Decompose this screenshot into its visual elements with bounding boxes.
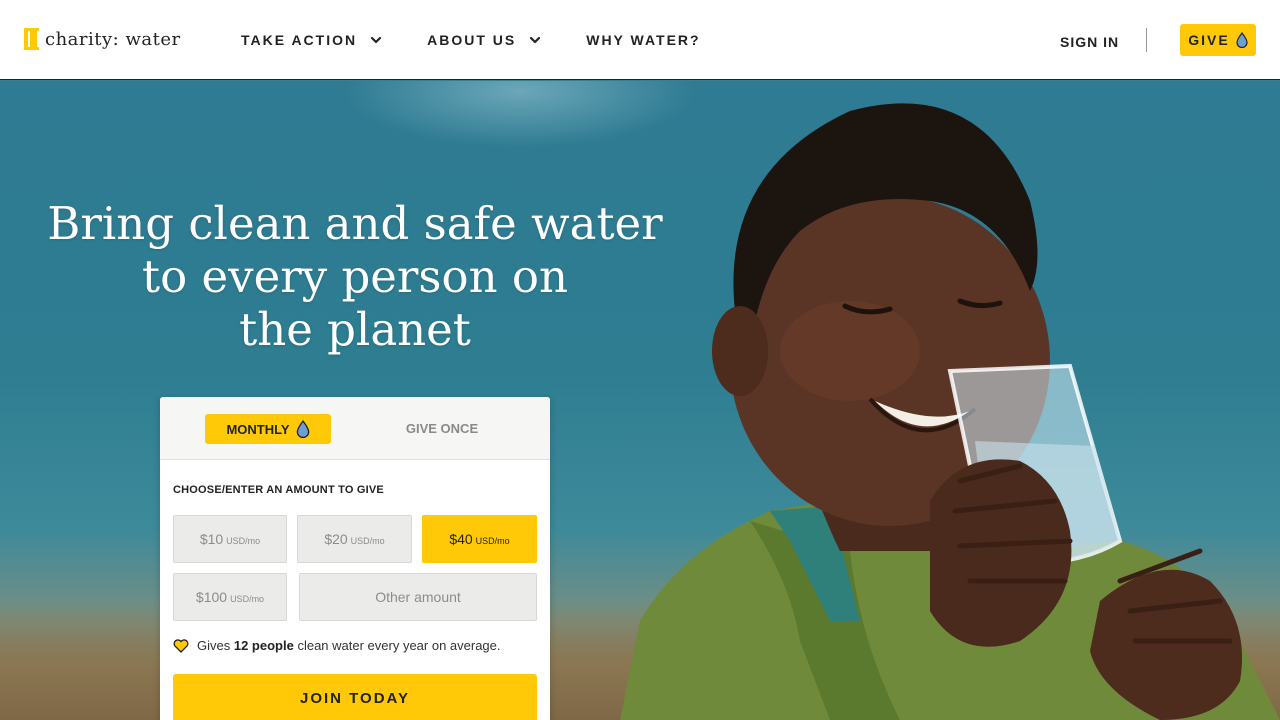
sign-in-link[interactable]: SIGN IN	[1060, 34, 1119, 50]
give-button-label: GIVE	[1188, 32, 1230, 48]
amount-value: $40	[449, 531, 473, 547]
hero-title: Bring clean and safe water to every pers…	[40, 197, 670, 356]
header-divider	[1146, 28, 1147, 52]
amount-unit: USD/mo	[350, 535, 385, 546]
water-drop-icon	[1236, 32, 1248, 48]
nav-take-action[interactable]: TAKE ACTION	[241, 32, 383, 48]
amount-value: $100	[195, 589, 228, 605]
hero-photo-boy-drinking-water	[620, 103, 1280, 720]
logo-text: charity: water	[45, 28, 181, 50]
amount-unit: USD/mo	[230, 593, 265, 604]
donation-card: MONTHLY GIVE ONCE CHOOSE/ENTER AN AMOUNT…	[160, 397, 550, 720]
other-amount-input[interactable]: Other amount	[299, 573, 537, 621]
impact-note: Gives 12 people clean water every year o…	[173, 638, 501, 653]
amount-100-button[interactable]: $100 USD/mo	[173, 573, 287, 621]
hero-title-line-2: to every person on	[142, 250, 568, 303]
logo-jerrycan-icon	[24, 28, 39, 50]
nav-take-action-label: TAKE ACTION	[241, 32, 358, 48]
donation-tabs: MONTHLY GIVE ONCE	[160, 397, 550, 460]
tab-monthly[interactable]: MONTHLY	[205, 414, 331, 444]
amount-unit: USD/mo	[475, 535, 510, 546]
amount-10-button[interactable]: $10 USD/mo	[173, 515, 287, 563]
impact-suffix: clean water every year on average.	[297, 638, 501, 653]
chevron-down-icon	[371, 36, 382, 44]
hero-title-line-1: Bring clean and safe water	[47, 197, 663, 250]
nav-about-us[interactable]: ABOUT US	[427, 32, 542, 48]
nav-why-water-label: WHY WATER?	[586, 32, 701, 48]
tab-give-once[interactable]: GIVE ONCE	[380, 421, 504, 436]
impact-prefix: Gives	[197, 638, 231, 653]
nav-why-water[interactable]: WHY WATER?	[586, 32, 700, 48]
impact-text: Gives 12 people clean water every year o…	[197, 638, 501, 653]
give-button[interactable]: GIVE	[1180, 24, 1256, 56]
impact-count: 12 people	[233, 638, 294, 653]
nav-about-us-label: ABOUT US	[427, 32, 517, 48]
chevron-down-icon	[530, 36, 541, 44]
logo[interactable]: charity: water	[24, 28, 181, 50]
amount-value: $20	[324, 531, 348, 547]
amount-value: $10	[199, 531, 224, 547]
choose-amount-label: CHOOSE/ENTER AN AMOUNT TO GIVE	[173, 484, 384, 496]
tab-monthly-label: MONTHLY	[226, 421, 290, 437]
hero-title-line-3: the planet	[239, 303, 471, 356]
water-drop-icon	[296, 420, 309, 438]
amount-unit: USD/mo	[226, 535, 261, 546]
join-today-button[interactable]: JOIN TODAY	[173, 674, 537, 720]
main-nav: TAKE ACTION ABOUT US WHY WATER?	[241, 32, 701, 48]
amount-20-button[interactable]: $20 USD/mo	[297, 515, 412, 563]
heart-icon	[173, 638, 189, 653]
amount-40-button[interactable]: $40 USD/mo	[422, 515, 537, 563]
site-header: charity: water TAKE ACTION ABOUT US WHY …	[0, 0, 1280, 80]
